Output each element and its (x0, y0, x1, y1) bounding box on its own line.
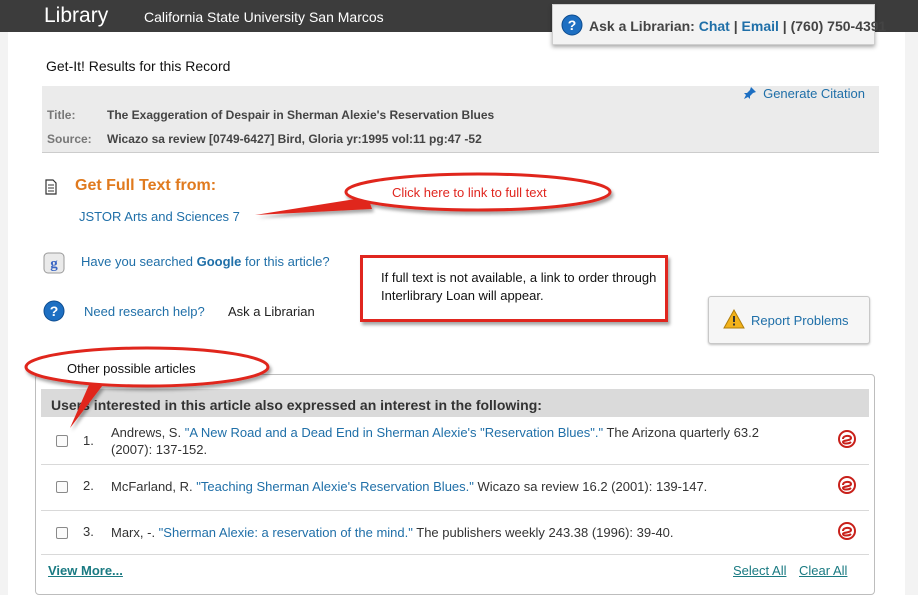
page-title: Get-It! Results for this Record (46, 58, 231, 74)
question-icon: ? (561, 14, 583, 39)
google-prefix: Have you searched (81, 254, 197, 269)
generate-citation-link[interactable]: Generate Citation (743, 86, 865, 101)
help-icon: ? (43, 300, 65, 327)
svg-text:?: ? (50, 303, 59, 319)
other-articles-label: Other possible articles (67, 361, 196, 376)
source-value: Wicazo sa review [0749-6427] Bird, Glori… (107, 132, 482, 146)
article-author: McFarland, R. (111, 479, 197, 494)
sfx-link-icon[interactable] (838, 522, 856, 543)
separator: | (733, 18, 738, 34)
citation-panel: Title: The Exaggeration of Despair in She… (42, 86, 879, 153)
article-source: Wicazo sa review 16.2 (2001): 139-147. (473, 479, 708, 494)
ask-librarian-text: Ask a Librarian (228, 304, 315, 319)
title-key: Title: (47, 108, 76, 122)
article-checkbox[interactable] (56, 527, 68, 539)
item-number: 2. (83, 478, 94, 493)
item-number: 1. (83, 433, 94, 448)
select-all-link[interactable]: Select All (733, 563, 786, 578)
google-bold: Google (196, 254, 242, 269)
view-more-link[interactable]: View More... (48, 563, 123, 578)
generate-citation-label: Generate Citation (763, 86, 865, 101)
sfx-link-icon[interactable] (838, 430, 856, 451)
source-row: Source: Wicazo sa review [0749-6427] Bird… (47, 132, 482, 146)
article-citation: Andrews, S. "A New Road and a Dead End i… (111, 424, 801, 458)
title-row: Title: The Exaggeration of Despair in She… (47, 108, 494, 122)
article-source: The publishers weekly 243.38 (1996): 39-… (412, 525, 674, 540)
jstor-full-text-link[interactable]: JSTOR Arts and Sciences 7 (79, 209, 240, 224)
article-citation: McFarland, R. "Teaching Sherman Alexie's… (111, 478, 801, 495)
article-title-link[interactable]: "A New Road and a Dead End in Sherman Al… (185, 425, 603, 440)
research-help-link[interactable]: Need research help? (84, 304, 205, 319)
google-suffix: for this article? (241, 254, 330, 269)
warning-icon (723, 308, 745, 334)
google-search-link[interactable]: Have you searched Google for this articl… (81, 254, 330, 269)
ill-note-callout: If full text is not available, a link to… (360, 255, 668, 322)
full-text-heading: Get Full Text from: (75, 177, 217, 194)
article-checkbox[interactable] (56, 481, 68, 493)
pin-icon (744, 87, 757, 99)
clear-all-link[interactable]: Clear All (799, 563, 847, 578)
ask-librarian-box: ? Ask a Librarian: Chat | Email | (760) … (552, 4, 886, 45)
ask-librarian-label: Ask a Librarian: (589, 18, 695, 34)
library-logo[interactable]: Library (44, 4, 108, 28)
article-citation: Marx, -. "Sherman Alexie: a reservation … (111, 524, 801, 541)
svg-text:g: g (50, 256, 58, 272)
report-problems-button[interactable]: Report Problems (708, 296, 870, 344)
item-number: 3. (83, 524, 94, 539)
svg-text:?: ? (568, 17, 577, 33)
email-link[interactable]: Email (742, 18, 779, 34)
article-author: Andrews, S. (111, 425, 185, 440)
list-item: 1. Andrews, S. "A New Road and a Dead En… (41, 419, 869, 465)
list-item: 3. Marx, -. "Sherman Alexie: a reservati… (41, 511, 869, 555)
source-key: Source: (47, 132, 92, 146)
article-title-link[interactable]: "Sherman Alexie: a reservation of the mi… (159, 525, 413, 540)
document-icon (44, 179, 58, 200)
phone-number: | (760) 750-4391 (782, 18, 887, 34)
click-here-label: Click here to link to full text (392, 185, 547, 200)
title-value: The Exaggeration of Despair in Sherman A… (107, 108, 495, 122)
related-heading: Users interested in this article also ex… (41, 389, 869, 417)
university-name[interactable]: California State University San Marcos (144, 9, 384, 25)
report-problems-label: Report Problems (751, 313, 849, 328)
related-articles-panel: Users interested in this article also ex… (35, 374, 875, 595)
article-title-link[interactable]: "Teaching Sherman Alexie's Reservation B… (196, 479, 474, 494)
chat-link[interactable]: Chat (699, 18, 730, 34)
article-author: Marx, -. (111, 525, 159, 540)
list-item: 2. McFarland, R. "Teaching Sherman Alexi… (41, 465, 869, 511)
google-icon: g (43, 252, 65, 279)
article-checkbox[interactable] (56, 435, 68, 447)
sfx-link-icon[interactable] (838, 476, 856, 497)
